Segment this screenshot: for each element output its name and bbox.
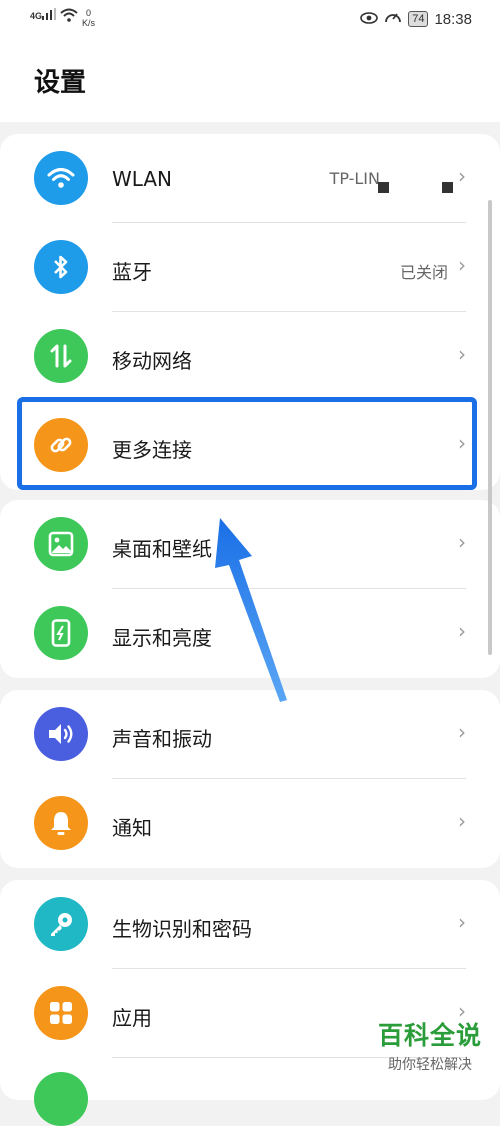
settings-row-notifications[interactable]: 通知 › xyxy=(0,779,500,868)
chevron-right-icon: › xyxy=(458,253,466,277)
bluetooth-icon xyxy=(34,240,88,294)
watermark-title: 百科全说 xyxy=(377,1021,482,1050)
chevron-right-icon: › xyxy=(458,164,466,188)
highlight-box xyxy=(17,397,477,490)
row-label-sound-vibration: 声音和振动 xyxy=(112,727,212,751)
phone-brightness-icon xyxy=(34,606,88,660)
watermark: 百科全说 助你轻松解决 xyxy=(378,1016,482,1074)
chevron-right-icon: › xyxy=(458,809,466,833)
row-value-bluetooth: 已关闭 xyxy=(399,263,448,282)
row-label-wlan: WLAN xyxy=(112,167,173,191)
row-label-desktop-wallpaper: 桌面和壁纸 xyxy=(112,537,212,561)
watermark-subtitle: 助你轻松解决 xyxy=(387,1057,472,1073)
signal-icon: 4G xyxy=(30,8,57,21)
loading-square-icon xyxy=(442,182,453,193)
row-label-notifications: 通知 xyxy=(112,816,152,840)
row-label-biometrics-password: 生物识别和密码 xyxy=(112,917,252,941)
status-bar: 4G 0 K/s 74 18:38 xyxy=(0,0,500,38)
image-icon xyxy=(34,517,88,571)
scrollbar[interactable] xyxy=(488,200,492,655)
row-label-apps: 应用 xyxy=(112,1006,152,1030)
speaker-icon xyxy=(34,707,88,761)
chevron-right-icon: › xyxy=(458,720,466,744)
mobile-data-icon xyxy=(34,329,88,383)
speedometer-icon xyxy=(384,9,402,29)
row-label-bluetooth: 蓝牙 xyxy=(112,260,152,284)
page-title: 设置 xyxy=(34,68,87,98)
eye-icon xyxy=(360,11,379,28)
net-speed: 0 K/s xyxy=(82,8,95,28)
settings-row-bluetooth[interactable]: 蓝牙 已关闭 › xyxy=(0,223,500,312)
row-label-display-brightness: 显示和亮度 xyxy=(112,626,212,650)
chevron-right-icon: › xyxy=(458,530,466,554)
loading-square-icon xyxy=(378,182,389,193)
net-speed-unit: K/s xyxy=(82,18,96,28)
chevron-right-icon: › xyxy=(458,619,466,643)
row-label-mobile-network: 移动网络 xyxy=(112,349,192,373)
next-row-icon-partial xyxy=(34,1072,88,1126)
battery-indicator: 74 xyxy=(408,11,429,27)
settings-row-mobile-network[interactable]: 移动网络 › xyxy=(0,312,500,401)
settings-row-sound-vibration[interactable]: 声音和振动 › xyxy=(0,690,500,779)
wifi-status-icon xyxy=(60,8,78,25)
key-icon xyxy=(34,897,88,951)
settings-row-desktop-wallpaper[interactable]: 桌面和壁纸 › xyxy=(0,500,500,589)
bell-icon xyxy=(34,796,88,850)
settings-row-display-brightness[interactable]: 显示和亮度 › xyxy=(0,589,500,678)
row-value-wlan: TP-LIN xyxy=(329,169,380,188)
chevron-right-icon: › xyxy=(458,910,466,934)
settings-row-biometrics-password[interactable]: 生物识别和密码 › xyxy=(0,880,500,969)
clock: 18:38 xyxy=(434,10,472,28)
settings-row-wlan[interactable]: WLAN TP-LIN › xyxy=(0,134,500,223)
settings-header: 设置 xyxy=(0,38,500,122)
apps-grid-icon xyxy=(34,986,88,1040)
wifi-icon xyxy=(34,151,88,205)
net-speed-value: 0 xyxy=(86,8,92,18)
chevron-right-icon: › xyxy=(458,342,466,366)
